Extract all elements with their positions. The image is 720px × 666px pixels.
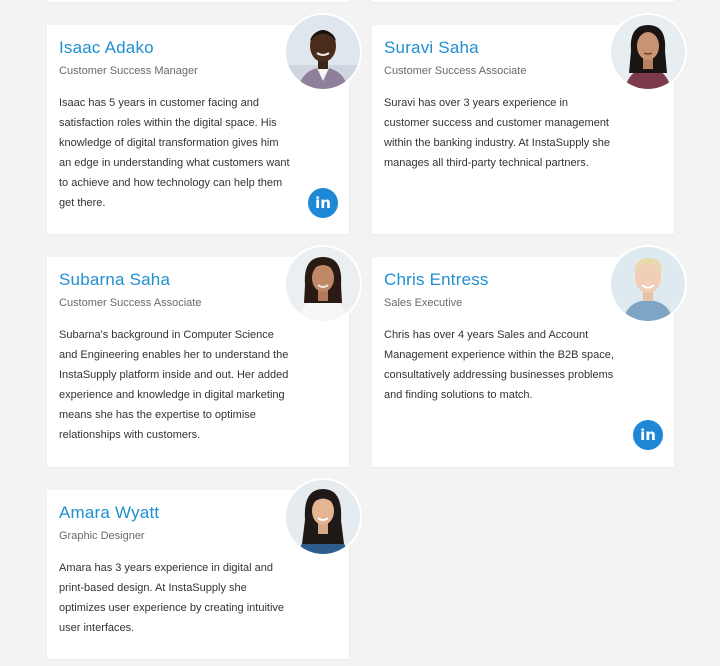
team-card-chris-entress: Chris Entress Sales Executive Chris has … (372, 247, 685, 467)
member-bio: Amara has 3 years experience in digital … (59, 562, 285, 634)
avatar (286, 15, 360, 89)
avatar (286, 247, 360, 321)
member-name: Subarna Saha (59, 270, 171, 289)
member-bio: Suravi has over 3 years experience in cu… (384, 97, 611, 169)
member-role: Graphic Designer (59, 530, 145, 542)
team-card-partial (372, 0, 674, 2)
member-name: Isaac Adako (59, 38, 154, 57)
member-role: Customer Success Associate (384, 65, 527, 77)
avatar (611, 247, 685, 321)
member-bio: Subarna's background in Computer Science… (59, 329, 289, 441)
avatar (611, 15, 685, 89)
team-card-subarna-saha: Subarna Saha Customer Success Associate … (47, 247, 360, 467)
team-card-amara-wyatt: Amara Wyatt Graphic Designer Amara has 3… (47, 480, 360, 659)
member-bio: Isaac has 5 years in customer facing and… (59, 97, 290, 209)
linkedin-icon[interactable]: in (308, 188, 338, 218)
linkedin-icon[interactable]: in (633, 420, 663, 450)
member-name: Chris Entress (384, 270, 489, 289)
team-card-partial (47, 0, 349, 2)
member-role: Customer Success Associate (59, 297, 202, 309)
member-name: Suravi Saha (384, 38, 479, 57)
avatar (286, 480, 360, 554)
team-card-suravi-saha: Suravi Saha Customer Success Associate S… (372, 15, 685, 234)
member-name: Amara Wyatt (59, 503, 160, 522)
member-role: Sales Executive (384, 297, 463, 309)
member-bio: Chris has over 4 years Sales and Account… (384, 329, 614, 401)
member-role: Customer Success Manager (59, 65, 198, 77)
team-card-isaac-adako: Isaac Adako Customer Success Manager Isa… (47, 15, 360, 234)
